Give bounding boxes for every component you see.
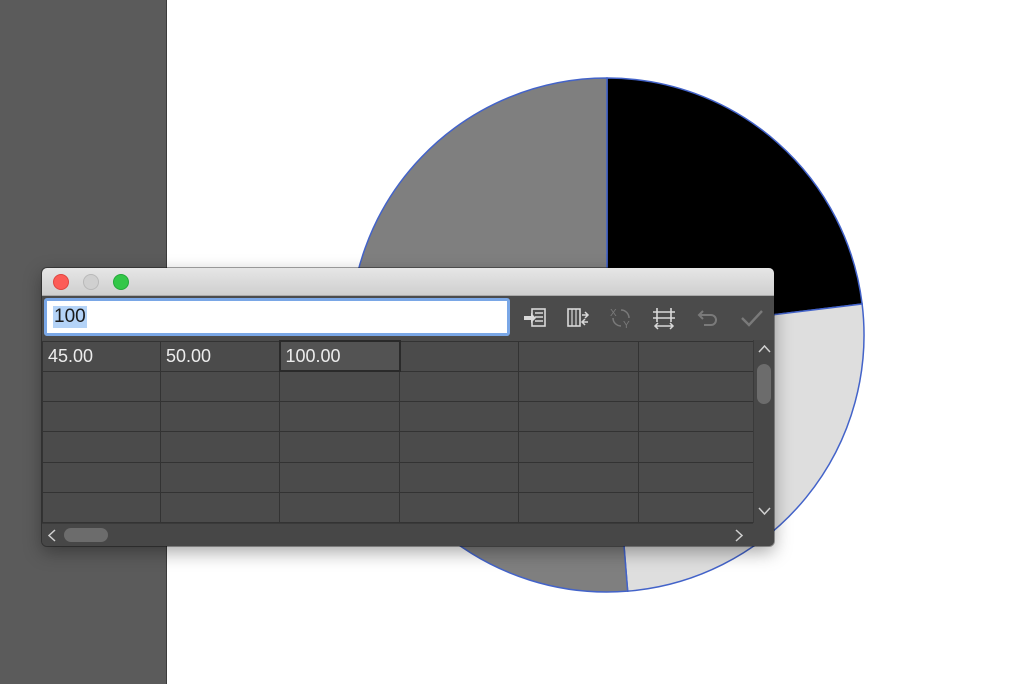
switch-xy-button[interactable]: X Y — [607, 304, 635, 332]
import-data-button[interactable] — [521, 304, 549, 332]
grid-cell[interactable] — [638, 340, 754, 372]
grid-cell[interactable] — [399, 400, 519, 433]
chevron-left-icon[interactable] — [47, 529, 57, 542]
grid-cell[interactable] — [279, 431, 400, 463]
window-titlebar[interactable] — [42, 268, 774, 296]
horizontal-scroll-thumb[interactable] — [64, 528, 108, 542]
grid-cell[interactable]: 50.00 — [160, 340, 280, 372]
grid-cell[interactable] — [42, 370, 161, 403]
grid-cell[interactable] — [638, 491, 754, 524]
horizontal-scrollbar[interactable] — [42, 523, 753, 546]
grid-row — [42, 431, 754, 463]
grid-cell[interactable] — [399, 461, 519, 493]
grid-cell[interactable] — [160, 400, 280, 433]
grid-row: 45.00 50.00 100.00 — [42, 339, 754, 373]
scroll-corner — [753, 523, 774, 546]
grid-cell[interactable] — [279, 491, 400, 524]
revert-button[interactable] — [694, 304, 722, 332]
grid-cell[interactable] — [160, 491, 280, 524]
transpose-icon — [567, 308, 590, 327]
cell-style-icon — [653, 308, 675, 330]
grid-row — [42, 370, 754, 403]
cell-style-button[interactable] — [650, 304, 678, 332]
entry-toolbar: 100 X Y — [42, 296, 774, 340]
switch-xy-icon: X Y — [610, 308, 630, 330]
grid-row — [42, 461, 754, 493]
grid-cell[interactable] — [42, 461, 161, 493]
transpose-button[interactable] — [564, 304, 592, 332]
cell-value-input[interactable]: 100 — [44, 298, 510, 336]
grid-cell[interactable] — [518, 461, 639, 493]
graph-data-window[interactable]: 100 X Y 45.00 50.00 100.00 — [42, 268, 774, 546]
grid-cell[interactable]: 45.00 — [42, 340, 161, 372]
minimize-window-button[interactable] — [83, 274, 99, 290]
zoom-window-button[interactable] — [113, 274, 129, 290]
grid-cell[interactable] — [399, 340, 519, 372]
close-window-button[interactable] — [53, 274, 69, 290]
grid-cell[interactable] — [399, 491, 519, 524]
vertical-scroll-thumb[interactable] — [757, 364, 771, 404]
chevron-up-icon[interactable] — [758, 344, 771, 354]
grid-cell[interactable] — [160, 431, 280, 463]
vertical-scrollbar[interactable] — [753, 340, 774, 523]
grid-cell[interactable] — [279, 400, 400, 433]
grid-cell[interactable] — [638, 400, 754, 433]
grid-row — [42, 400, 754, 433]
grid-cell[interactable] — [279, 370, 400, 403]
chevron-right-icon[interactable] — [734, 529, 744, 542]
grid-cell[interactable] — [518, 431, 639, 463]
svg-text:Y: Y — [623, 320, 630, 330]
grid-cell[interactable] — [279, 461, 400, 493]
grid-cell[interactable]: 100.00 — [278, 339, 401, 373]
svg-text:X: X — [610, 308, 617, 319]
grid-cell[interactable] — [638, 431, 754, 463]
data-grid[interactable]: 45.00 50.00 100.00 — [42, 339, 754, 524]
grid-cell[interactable] — [160, 461, 280, 493]
grid-row — [42, 491, 754, 524]
chevron-down-icon[interactable] — [758, 506, 771, 516]
import-data-icon — [524, 308, 546, 327]
grid-cell[interactable] — [518, 370, 639, 403]
apply-icon — [741, 310, 763, 327]
cell-value-text: 100 — [53, 306, 87, 328]
grid-cell[interactable] — [42, 491, 161, 524]
grid-cell[interactable] — [638, 370, 754, 403]
grid-cell[interactable] — [42, 431, 161, 463]
grid-cell[interactable] — [42, 400, 161, 433]
grid-cell[interactable] — [638, 461, 754, 493]
grid-cell[interactable] — [399, 431, 519, 463]
revert-icon — [697, 310, 717, 326]
apply-button[interactable] — [738, 304, 766, 332]
grid-cell[interactable] — [518, 340, 639, 372]
grid-cell[interactable] — [518, 400, 639, 433]
grid-cell[interactable] — [399, 370, 519, 403]
grid-cell[interactable] — [518, 491, 639, 524]
grid-cell[interactable] — [160, 370, 280, 403]
